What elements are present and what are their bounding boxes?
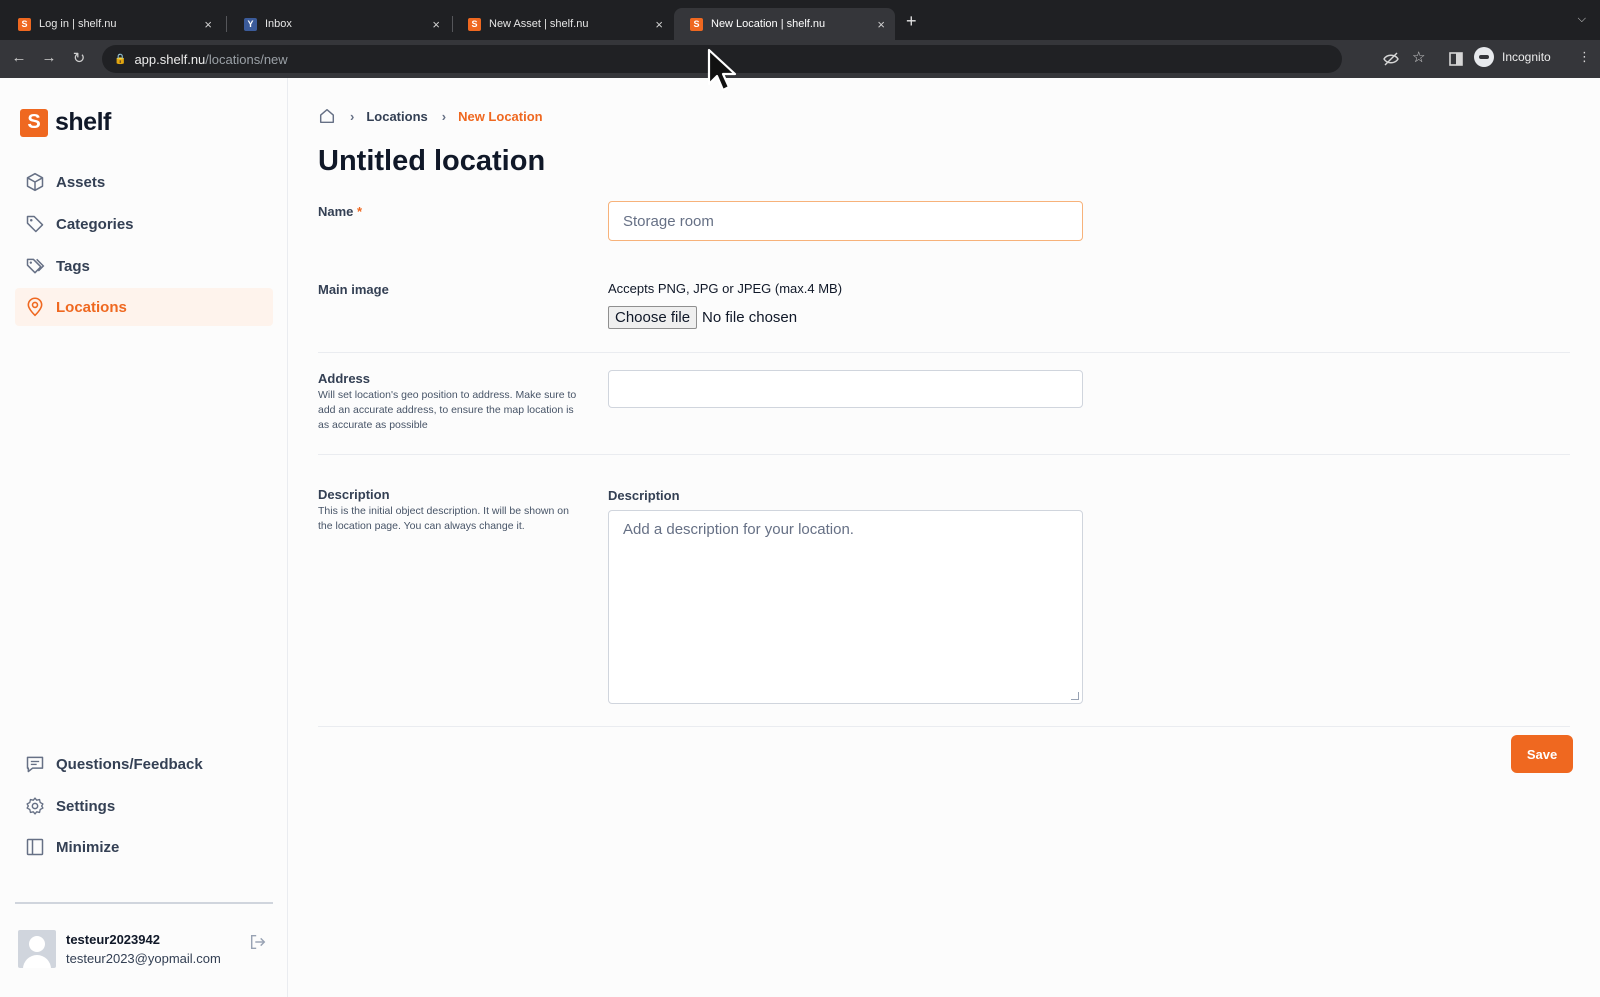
chevron-right-icon: › bbox=[350, 108, 355, 124]
bookmark-star-icon[interactable]: ☆ bbox=[1412, 48, 1425, 66]
sidebar-item-label: Minimize bbox=[56, 838, 120, 856]
breadcrumb: › Locations › New Location bbox=[318, 107, 543, 125]
user-profile[interactable]: testeur2023942 testeur2023@yopmail.com bbox=[18, 930, 221, 968]
sidebar-divider bbox=[15, 902, 273, 904]
accepted-formats-text: Accepts PNG, JPG or JPEG (max.4 MB) bbox=[608, 281, 843, 296]
avatar bbox=[18, 930, 56, 968]
page-title: Untitled location bbox=[318, 145, 546, 177]
sidebar-item-categories[interactable]: Categories bbox=[15, 205, 273, 243]
sidebar-toggle-icon bbox=[26, 838, 44, 856]
incognito-label: Incognito bbox=[1502, 50, 1551, 64]
description-help-text: This is the initial object description. … bbox=[318, 505, 569, 532]
tab-title: Inbox bbox=[265, 18, 292, 30]
url-host: app.shelf.nu bbox=[134, 51, 206, 67]
lock-icon: 🔒 bbox=[114, 53, 127, 65]
user-email: testeur2023@yopmail.com bbox=[66, 951, 221, 966]
sidebar-item-assets[interactable]: Assets bbox=[15, 163, 273, 201]
incognito-icon bbox=[1474, 47, 1494, 67]
browser-tab-new-location[interactable]: S New Location | shelf.nu × bbox=[674, 8, 895, 40]
eye-off-icon[interactable] bbox=[1383, 52, 1399, 66]
brand-name: shelf bbox=[55, 108, 111, 136]
main-image-label: Main image bbox=[318, 282, 389, 297]
tag-icon bbox=[26, 215, 44, 233]
address-help-text: Will set location's geo position to addr… bbox=[318, 389, 577, 431]
tab-title: Log in | shelf.nu bbox=[39, 18, 117, 30]
forward-arrow-icon[interactable]: → bbox=[39, 49, 59, 66]
description-field-label: Description bbox=[608, 488, 680, 503]
sidebar-item-label: Locations bbox=[56, 298, 127, 316]
url-path: /locations/new bbox=[205, 51, 288, 67]
breadcrumb-locations[interactable]: Locations bbox=[366, 109, 427, 124]
name-input[interactable]: Storage room bbox=[608, 201, 1083, 241]
close-tab-icon[interactable]: × bbox=[204, 17, 212, 32]
message-icon bbox=[26, 756, 44, 773]
more-menu-icon[interactable]: ⋮ bbox=[1578, 49, 1591, 65]
close-tab-icon[interactable]: × bbox=[877, 17, 885, 32]
sidebar-item-label: Assets bbox=[56, 173, 106, 191]
sidebar-item-locations[interactable]: Locations bbox=[15, 288, 273, 326]
shelf-logo[interactable]: S shelf bbox=[20, 108, 111, 137]
sidebar-item-label: Questions/Feedback bbox=[56, 755, 203, 773]
tab-search-chevron-icon[interactable]: ⌵ bbox=[1578, 13, 1586, 26]
sidebar-item-label: Categories bbox=[56, 215, 134, 233]
side-panel-icon[interactable] bbox=[1449, 52, 1463, 66]
incognito-profile-button[interactable]: Incognito bbox=[1474, 47, 1551, 67]
browser-toolbar: ← → ↻ 🔒 app.shelf.nu/locations/new ☆ Inc… bbox=[0, 40, 1600, 78]
required-mark: * bbox=[357, 204, 363, 219]
section-divider bbox=[318, 352, 1570, 353]
chevron-right-icon: › bbox=[441, 108, 447, 124]
mouse-cursor-icon bbox=[707, 48, 737, 92]
section-divider bbox=[318, 726, 1570, 727]
sidebar-item-settings[interactable]: Settings bbox=[15, 787, 273, 825]
home-icon[interactable] bbox=[318, 107, 336, 125]
sidebar-item-label: Tags bbox=[56, 257, 90, 275]
close-tab-icon[interactable]: × bbox=[432, 17, 440, 32]
cube-icon bbox=[26, 172, 44, 192]
description-placeholder: Add a description for your location. bbox=[623, 521, 854, 538]
browser-tab-inbox[interactable]: Y Inbox × bbox=[228, 8, 450, 40]
shelf-logo-icon: S bbox=[20, 108, 48, 137]
back-arrow-icon[interactable]: ← bbox=[9, 49, 29, 66]
sidebar-item-minimize[interactable]: Minimize bbox=[15, 828, 273, 866]
name-placeholder: Storage room bbox=[623, 212, 714, 230]
reload-icon[interactable]: ↻ bbox=[69, 49, 89, 67]
description-label: Description bbox=[318, 487, 390, 502]
breadcrumb-current: New Location bbox=[458, 108, 543, 124]
address-label: Address bbox=[318, 371, 371, 386]
browser-tab-new-asset[interactable]: S New Asset | shelf.nu × bbox=[452, 8, 673, 40]
browser-tab-login[interactable]: S Log in | shelf.nu × bbox=[2, 8, 222, 40]
sidebar-item-feedback[interactable]: Questions/Feedback bbox=[15, 745, 273, 783]
shelf-favicon-icon: S bbox=[468, 17, 481, 31]
gear-icon bbox=[26, 797, 44, 815]
name-label: Name * bbox=[318, 204, 363, 219]
tab-title: New Asset | shelf.nu bbox=[489, 18, 589, 30]
yopmail-favicon-icon: Y bbox=[244, 17, 257, 31]
file-status: No file chosen bbox=[702, 309, 798, 326]
map-pin-icon bbox=[27, 297, 43, 317]
resize-grip-icon[interactable] bbox=[1071, 692, 1079, 700]
address-input[interactable] bbox=[608, 370, 1083, 408]
new-tab-button[interactable]: + bbox=[906, 11, 917, 32]
sidebar-item-label: Settings bbox=[56, 797, 116, 815]
tab-separator bbox=[226, 16, 227, 32]
choose-file-button[interactable]: Choose file bbox=[608, 306, 698, 329]
file-input: Choose file No file chosen bbox=[608, 306, 797, 329]
sidebar: S shelf Assets Categories Tags Locations… bbox=[0, 78, 288, 997]
shelf-favicon-icon: S bbox=[18, 17, 31, 31]
logout-icon[interactable] bbox=[249, 933, 267, 951]
browser-tab-strip: S Log in | shelf.nu × Y Inbox × S New As… bbox=[0, 0, 1600, 40]
description-textarea[interactable]: Add a description for your location. bbox=[608, 510, 1083, 704]
shelf-favicon-icon: S bbox=[690, 17, 703, 31]
tags-icon bbox=[26, 258, 45, 274]
sidebar-item-tags[interactable]: Tags bbox=[15, 247, 273, 285]
close-tab-icon[interactable]: × bbox=[655, 17, 663, 32]
user-name: testeur2023942 bbox=[66, 932, 160, 947]
section-divider bbox=[318, 454, 1570, 455]
tab-title: New Location | shelf.nu bbox=[711, 18, 826, 30]
save-button[interactable]: Save bbox=[1511, 735, 1573, 773]
